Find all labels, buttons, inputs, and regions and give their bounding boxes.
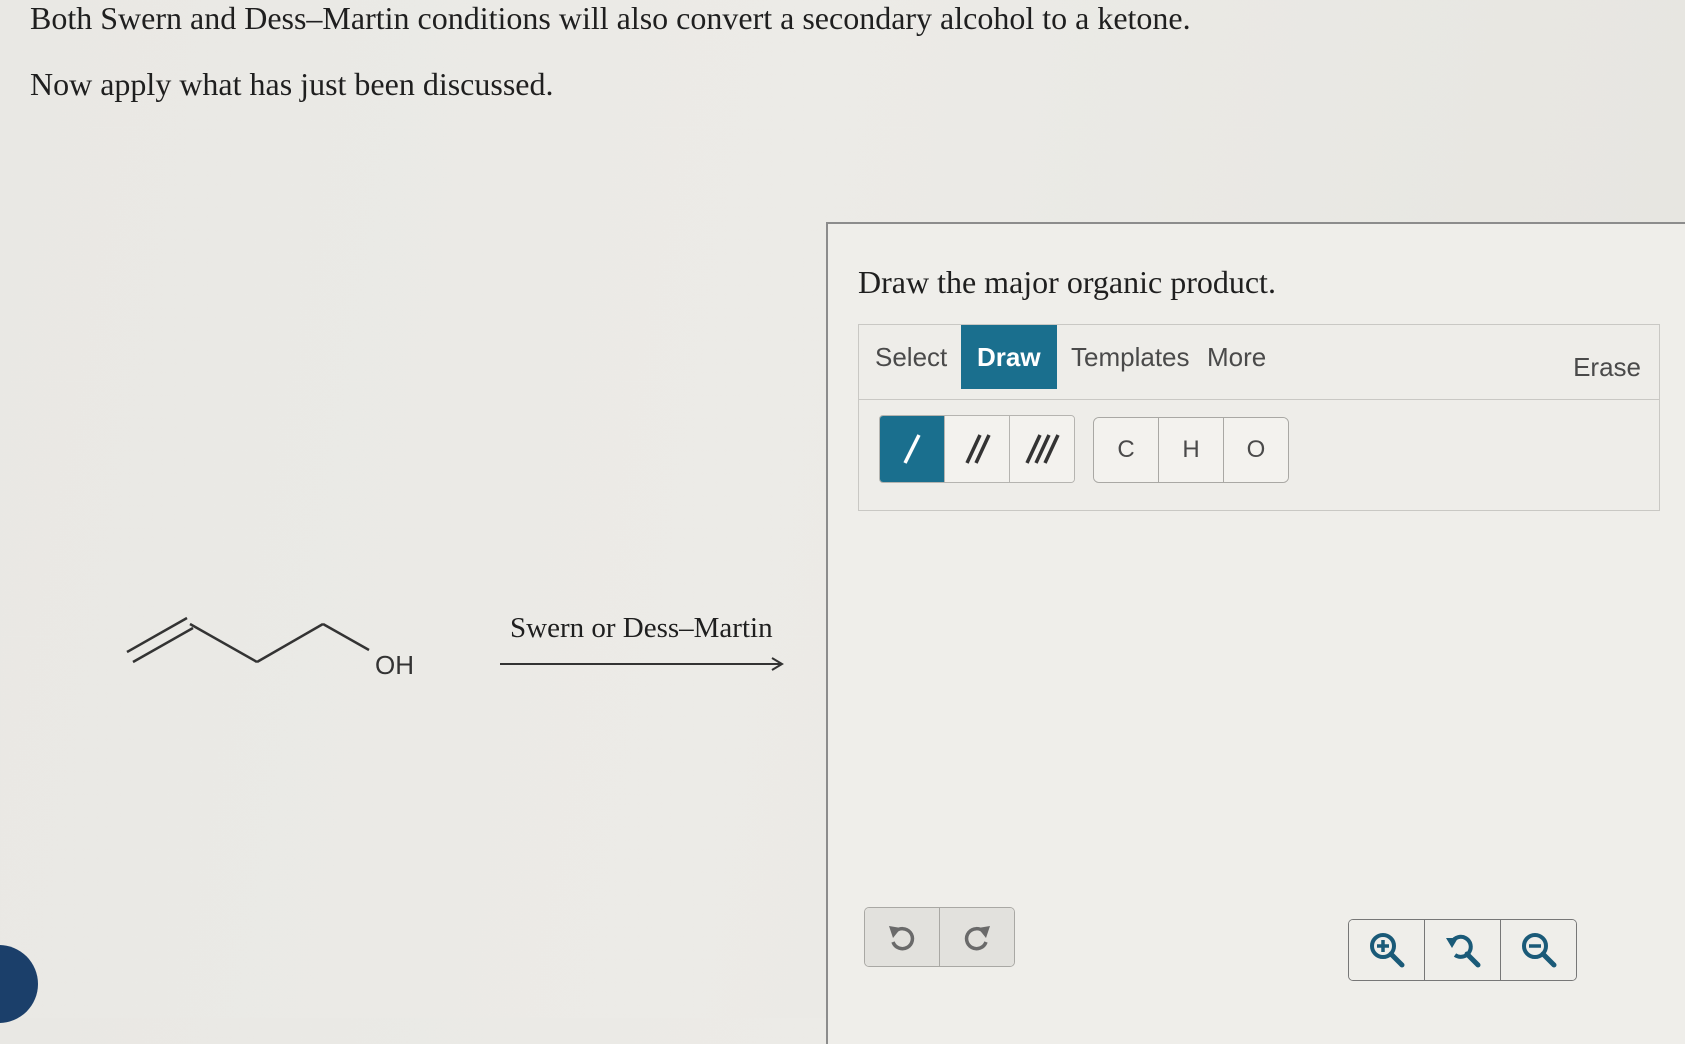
- single-bond-button[interactable]: [880, 416, 945, 482]
- tab-more[interactable]: More: [1191, 325, 1282, 389]
- right-arrow-icon: [500, 657, 784, 671]
- zoom-tools: [1348, 919, 1577, 981]
- reaction-arrow: Swern or Dess–Martin: [498, 612, 798, 682]
- atom-hydrogen-button[interactable]: H: [1159, 418, 1224, 482]
- zoom-in-button[interactable]: [1349, 920, 1425, 980]
- history-tools: [864, 907, 1015, 967]
- tab-select[interactable]: Select: [859, 325, 963, 389]
- atom-tools: C H O: [1093, 417, 1289, 483]
- question-line-1: Both Swern and Dess–Martin conditions wi…: [30, 0, 1191, 36]
- double-bond-icon: [965, 434, 991, 464]
- undo-button[interactable]: [865, 908, 940, 966]
- zoom-out-icon: [1521, 933, 1556, 968]
- undo-icon: [889, 926, 915, 951]
- atom-carbon-button[interactable]: C: [1094, 418, 1159, 482]
- corner-badge-icon: [0, 945, 38, 1023]
- triple-bond-button[interactable]: [1010, 416, 1074, 482]
- atom-oxygen-button[interactable]: O: [1224, 418, 1288, 482]
- tab-templates[interactable]: Templates: [1055, 325, 1206, 389]
- zoom-in-icon: [1369, 933, 1404, 968]
- reactant-skeleton-icon: OH: [126, 616, 414, 680]
- erase-button[interactable]: Erase: [1573, 335, 1641, 399]
- zoom-reset-button[interactable]: [1425, 920, 1501, 980]
- drawing-panel: Draw the major organic product. Select D…: [826, 222, 1685, 1044]
- zoom-reset-icon: [1445, 934, 1480, 968]
- zoom-out-button[interactable]: [1501, 920, 1576, 980]
- reagent-label: Swern or Dess–Martin: [510, 612, 773, 644]
- triple-bond-icon: [1025, 434, 1060, 464]
- panel-prompt: Draw the major organic product.: [858, 264, 1276, 300]
- tab-draw[interactable]: Draw: [961, 325, 1057, 389]
- reactant-structure: OH: [125, 610, 445, 710]
- redo-icon: [964, 926, 990, 951]
- question-line-2: Now apply what has just been discussed.: [30, 66, 554, 102]
- sketcher-toolbar: Select Draw Templates More Erase C H O: [858, 324, 1660, 511]
- hydroxyl-label: OH: [375, 650, 414, 680]
- toolbar-tabs: Select Draw Templates More Erase: [859, 325, 1659, 400]
- single-bond-icon: [903, 434, 921, 464]
- redo-button[interactable]: [940, 908, 1014, 966]
- double-bond-button[interactable]: [945, 416, 1010, 482]
- bond-tools: [879, 415, 1075, 483]
